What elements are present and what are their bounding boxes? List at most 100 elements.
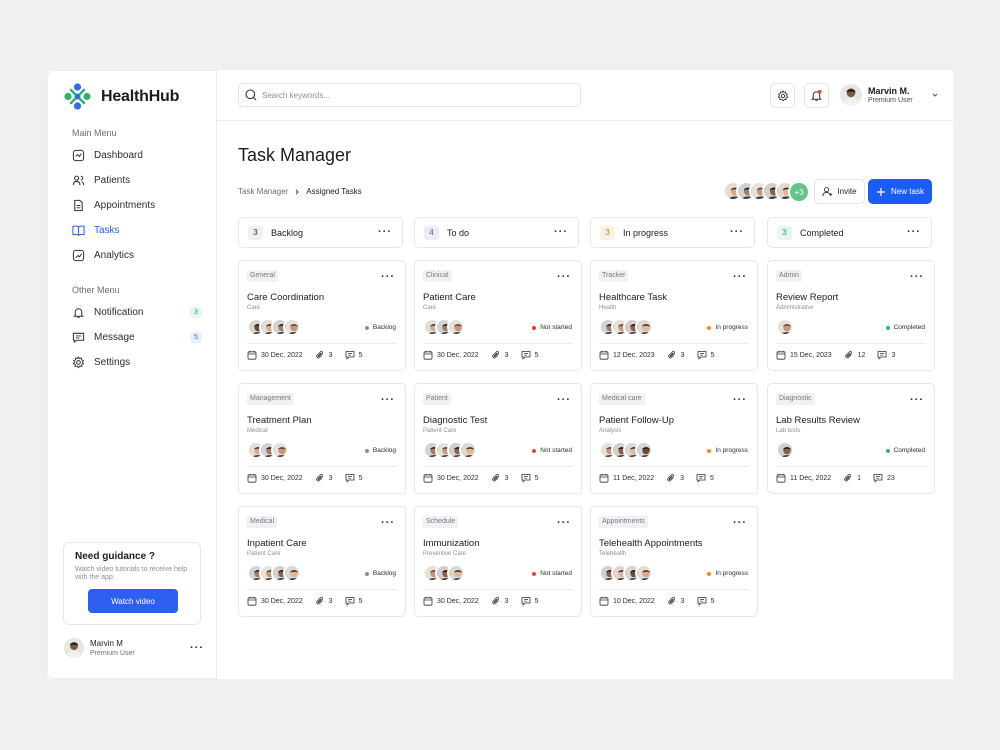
attachments[interactable]: 3 bbox=[667, 350, 685, 360]
task-card[interactable]: Management ··· Treatment Plan Medical Ba… bbox=[238, 383, 406, 494]
top-user-menu[interactable]: Marvin M. Premium User bbox=[840, 84, 939, 106]
comments[interactable]: 5 bbox=[697, 350, 715, 360]
task-card[interactable]: Medical ··· Inpatient Care Patient Care … bbox=[238, 506, 406, 617]
sidebar-item-label: Analytics bbox=[94, 250, 135, 261]
task-tag: Management bbox=[247, 393, 294, 405]
comments-count: 5 bbox=[710, 597, 715, 605]
attachments[interactable]: 3 bbox=[491, 596, 509, 606]
attachments[interactable]: 3 bbox=[491, 350, 509, 360]
card-more-button[interactable]: ··· bbox=[910, 272, 924, 283]
comments[interactable]: 5 bbox=[697, 596, 715, 606]
card-more-button[interactable]: ··· bbox=[381, 518, 395, 529]
status-label: In progress bbox=[715, 570, 748, 577]
assignee-avatar bbox=[459, 441, 477, 459]
comments[interactable]: 5 bbox=[521, 350, 538, 360]
invite-button[interactable]: Invite bbox=[814, 179, 865, 204]
comments[interactable]: 5 bbox=[521, 473, 538, 483]
card-more-button[interactable]: ··· bbox=[733, 272, 747, 283]
card-more-button[interactable]: ··· bbox=[381, 395, 395, 406]
column-more-button[interactable]: ··· bbox=[378, 227, 392, 238]
new-task-button[interactable]: New task bbox=[868, 179, 932, 204]
comments-count: 5 bbox=[710, 351, 715, 359]
sidebar-item-settings[interactable]: Settings bbox=[64, 350, 204, 375]
more-members-badge[interactable]: +3 bbox=[788, 181, 810, 203]
card-more-button[interactable]: ··· bbox=[557, 395, 571, 406]
task-card[interactable]: Clinical ··· Patient Care Care Not start… bbox=[414, 260, 582, 371]
comment-icon bbox=[696, 474, 706, 483]
comments[interactable]: 5 bbox=[345, 596, 362, 606]
due-date: 30 Dec, 2022 bbox=[247, 596, 303, 606]
sidebar-item-notification[interactable]: Notification 3 bbox=[64, 300, 204, 325]
column-count: 3 bbox=[248, 225, 263, 240]
comments-count: 5 bbox=[358, 351, 363, 359]
sidebar-item-dashboard[interactable]: Dashboard bbox=[64, 143, 204, 168]
message-icon bbox=[72, 332, 85, 344]
card-more-button[interactable]: ··· bbox=[733, 395, 747, 406]
sidebar-item-tasks[interactable]: Tasks bbox=[64, 218, 204, 243]
calendar-icon bbox=[423, 473, 433, 483]
task-card[interactable]: Admin ··· Review Report Administrative C… bbox=[767, 260, 935, 371]
task-tag: General bbox=[247, 270, 278, 282]
message-count-badge: 5 bbox=[190, 332, 202, 343]
card-more-button[interactable]: ··· bbox=[733, 518, 747, 529]
main-content: Marvin M. Premium User Task Manager Task… bbox=[217, 70, 953, 679]
card-more-button[interactable]: ··· bbox=[910, 395, 924, 406]
attachments[interactable]: 3 bbox=[491, 473, 509, 483]
settings-button[interactable] bbox=[770, 83, 795, 108]
attachments[interactable]: 3 bbox=[315, 350, 333, 360]
card-more-button[interactable]: ··· bbox=[381, 272, 395, 283]
sidebar-item-label: Patients bbox=[94, 175, 131, 186]
column-more-button[interactable]: ··· bbox=[907, 227, 921, 238]
sidebar-item-label: Dashboard bbox=[94, 150, 143, 161]
card-meta: 15 Dec, 2023 12 3 bbox=[776, 350, 907, 360]
attachments[interactable]: 3 bbox=[666, 473, 684, 483]
attachments[interactable]: 3 bbox=[315, 473, 333, 483]
task-card[interactable]: Schedule ··· Immunization Preventive Car… bbox=[414, 506, 582, 617]
column-more-button[interactable]: ··· bbox=[730, 227, 744, 238]
status-label: Backlog bbox=[372, 324, 396, 331]
comments-count: 5 bbox=[358, 474, 363, 482]
team-avatars[interactable]: +3 bbox=[723, 181, 810, 203]
task-card[interactable]: Patient ··· Diagnostic Test Patient Care… bbox=[414, 383, 582, 494]
sidebar-user-role: Premium User bbox=[90, 650, 135, 657]
column-more-button[interactable]: ··· bbox=[554, 227, 568, 238]
task-card[interactable]: Appointments ··· Telehealth Appointments… bbox=[590, 506, 758, 617]
watch-video-button[interactable]: Watch video bbox=[88, 589, 178, 613]
sidebar-item-message[interactable]: Message 5 bbox=[64, 325, 204, 350]
task-card[interactable]: Medical care ··· Patient Follow-Up Analy… bbox=[590, 383, 758, 494]
users-icon bbox=[72, 175, 85, 186]
sidebar-item-analytics[interactable]: Analytics bbox=[64, 243, 204, 268]
due-date-text: 30 Dec, 2022 bbox=[437, 351, 479, 359]
attachments[interactable]: 3 bbox=[667, 596, 685, 606]
comments[interactable]: 5 bbox=[345, 473, 363, 483]
comments[interactable]: 5 bbox=[345, 350, 363, 360]
attachments-count: 3 bbox=[328, 351, 333, 359]
notifications-button[interactable] bbox=[804, 83, 829, 108]
assignee-avatars bbox=[776, 441, 794, 459]
attachments[interactable]: 12 bbox=[844, 350, 865, 360]
comments[interactable]: 5 bbox=[521, 596, 538, 606]
card-more-button[interactable]: ··· bbox=[557, 272, 571, 283]
sidebar-user-more-button[interactable]: ··· bbox=[190, 643, 204, 654]
comments[interactable]: 23 bbox=[873, 473, 895, 483]
logo[interactable]: HealthHub bbox=[64, 83, 179, 110]
attachments[interactable]: 3 bbox=[315, 596, 333, 606]
task-card[interactable]: General ··· Care Coordination Care Backl… bbox=[238, 260, 406, 371]
sidebar-user[interactable]: Marvin M Premium User ··· bbox=[64, 638, 204, 658]
breadcrumb-item[interactable]: Task Manager bbox=[238, 187, 288, 196]
comments[interactable]: 5 bbox=[696, 473, 714, 483]
sidebar-item-label: Message bbox=[94, 332, 135, 343]
task-card[interactable]: Tracker ··· Healthcare Task Health In pr… bbox=[590, 260, 758, 371]
status-dot bbox=[532, 448, 537, 453]
due-date: 30 Dec, 2022 bbox=[247, 350, 303, 360]
task-card[interactable]: Diagnostic ··· Lab Results Review Lab te… bbox=[767, 383, 935, 494]
card-more-button[interactable]: ··· bbox=[557, 518, 571, 529]
search-input[interactable] bbox=[262, 90, 562, 100]
card-meta: 30 Dec, 2022 3 5 bbox=[247, 596, 374, 606]
column-count: 4 bbox=[424, 225, 439, 240]
comments[interactable]: 3 bbox=[877, 350, 895, 360]
task-title: Inpatient Care bbox=[247, 538, 307, 549]
sidebar-item-patients[interactable]: Patients bbox=[64, 168, 204, 193]
attachments[interactable]: 1 bbox=[843, 473, 861, 483]
sidebar-item-appointments[interactable]: Appointments bbox=[64, 193, 204, 218]
